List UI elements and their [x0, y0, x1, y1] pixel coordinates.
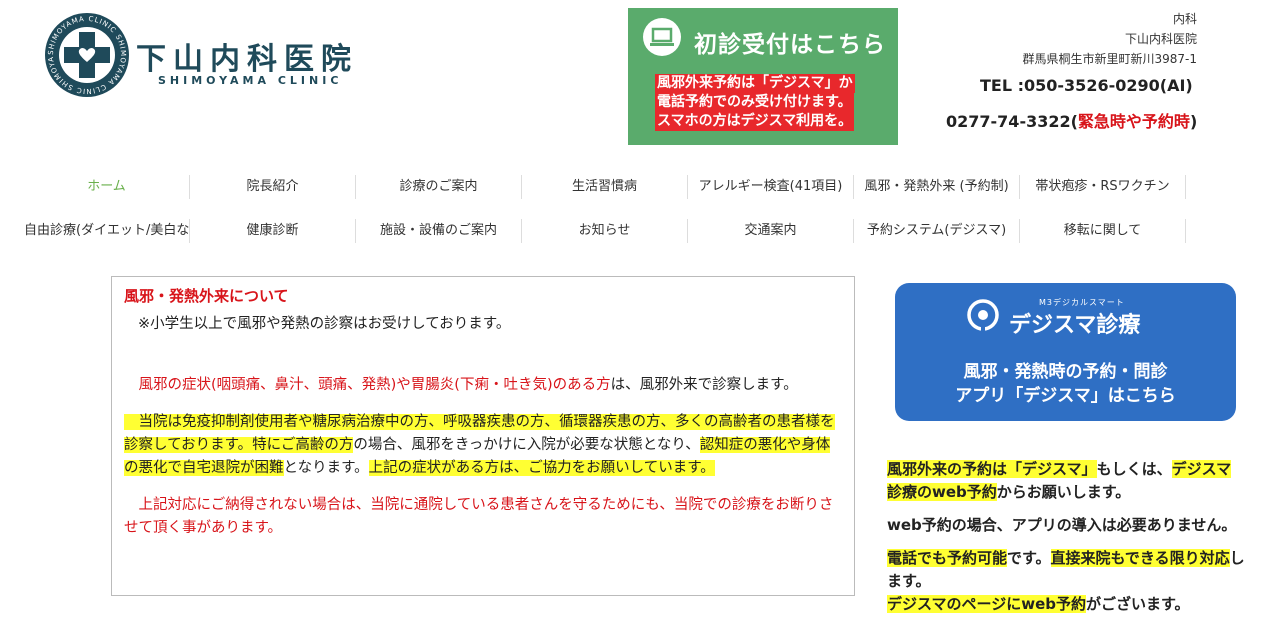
phone-main-note: 緊急時や予約時 [1077, 112, 1190, 131]
nav-shingles-rs-vaccine[interactable]: 帯状疱疹・RSワクチン [1020, 175, 1186, 199]
refusal-text: 上記対応にご納得されない場合は、当院に通院している患者さんを守るためにも、当院で… [124, 497, 834, 536]
nav-relocation[interactable]: 移転に関して [1020, 219, 1186, 243]
nav-reservation-system[interactable]: 予約システム(デジスマ) [854, 219, 1020, 243]
nav-medical-info[interactable]: 診療のご案内 [356, 175, 522, 199]
notice-intro: ※小学生以上で風邪や発熱の診察はお受けしております。 [138, 316, 511, 332]
clinic-logo[interactable]: SHIMOYAMA CLINIC SHIMOYAMA CLINIC SHIMOY… [40, 6, 130, 98]
side-highlight: 直接来院もできる限り対応 [1050, 549, 1230, 567]
banner-brand: デジスマ診療 [1009, 313, 1141, 338]
risk-highlight-3: 上記の症状がある方は、ご協力をお願いしています。 [368, 460, 715, 476]
department: 内科 [1172, 12, 1197, 26]
side-highlight: 風邪外来の予約は「デジスマ」 [887, 460, 1097, 478]
banner-line-2: アプリ「デジスマ」はこちら [955, 386, 1176, 406]
side-highlight: デジスマのページにweb予約 [887, 595, 1087, 613]
laptop-icon [643, 18, 681, 56]
main-nav-row-1: ホーム 院長紹介 診療のご案内 生活習慣病 アレルギー検査(41項目) 風邪・発… [24, 175, 1192, 199]
notice-symptoms: 風邪の症状(咽頭痛、鼻汁、頭痛、発熱)や胃腸炎(下痢・吐き気)のある方は、風邪外… [124, 374, 842, 397]
symptoms-rest-text: は、風邪外来で診察します。 [610, 377, 798, 393]
cold-fever-notice: 風邪・発熱外来について ※小学生以上で風邪や発熱の診察はお受けしております。 風… [111, 276, 855, 596]
address: 群馬県桐生市新里町新川3987-1 [1022, 52, 1197, 66]
clinic-logo-icon: SHIMOYAMA CLINIC SHIMOYAMA CLINIC SHIMOY… [40, 6, 129, 97]
risk-text-2: となります。 [283, 460, 369, 476]
reception-note: 風邪外来予約は「デジスマ」か [655, 74, 855, 93]
phone-main[interactable]: 0277-74-3322(緊急時や予約時) [946, 108, 1197, 132]
notice-refusal: 上記対応にご納得されない場合は、当院に通院している患者さんを守るためにも、当院で… [124, 494, 842, 540]
nav-facilities[interactable]: 施設・設備のご案内 [356, 219, 522, 243]
side-text: がございます。 [1086, 595, 1190, 613]
nav-cold-fever-outpatient[interactable]: 風邪・発熱外来 (予約制) [854, 175, 1020, 199]
nav-home[interactable]: ホーム [24, 175, 190, 199]
side-text: もしくは、 [1096, 460, 1172, 478]
phone-ai[interactable]: TEL :050-3526-0290(AI) [980, 76, 1193, 95]
notice-title: 風邪・発熱外来について [124, 287, 289, 305]
side-highlight: 電話でも予約可能 [887, 549, 1008, 567]
reception-note: 電話予約でのみ受け付けます。 [655, 93, 854, 112]
nav-lifestyle-disease[interactable]: 生活習慣病 [522, 175, 688, 199]
digisma-banner[interactable]: M3デジカルスマート デジスマ診療 風邪・発熱時の予約・問診 アプリ「デジスマ」… [895, 283, 1236, 421]
clinic-name[interactable]: 下山内科医院 [136, 34, 358, 78]
banner-line-1: 風邪・発熱時の予約・問診 [963, 362, 1168, 382]
nav-allergy-test[interactable]: アレルギー検査(41項目) [688, 175, 854, 199]
nav-health-checkup[interactable]: 健康診断 [190, 219, 356, 243]
digisma-logo-icon [967, 299, 999, 331]
contact-clinic-name: 下山内科医院 [1124, 32, 1197, 46]
reservation-info-1: 風邪外来の予約は「デジスマ」もしくは、デジスマ診療のweb予約からお願いします。 [887, 458, 1245, 504]
reception-notes: 風邪外来予約は「デジスマ」か 電話予約でのみ受け付けます。 スマホの方はデジスマ… [655, 74, 855, 131]
clinic-name-english: SHIMOYAMA CLINIC [158, 74, 343, 87]
nav-news[interactable]: お知らせ [522, 219, 688, 243]
first-visit-reception-banner[interactable]: 初診受付はこちら 風邪外来予約は「デジスマ」か 電話予約でのみ受け付けます。 ス… [628, 8, 898, 145]
reception-note: スマホの方はデジスマ利用を。 [655, 112, 855, 131]
side-text: です。 [1007, 549, 1051, 567]
main-nav-row-2: 自由診療(ダイエット/美白など) 健康診断 施設・設備のご案内 お知らせ 交通案… [24, 219, 1192, 243]
side-text: からお願いします。 [996, 483, 1131, 501]
phone-main-number: 0277-74-3322( [946, 112, 1078, 131]
phone-main-close: ) [1189, 112, 1198, 131]
nav-access[interactable]: 交通案内 [688, 219, 854, 243]
reservation-info-3: 電話でも予約可能です。直接来院もできる限り対応します。 デジスマのページにweb予… [887, 547, 1245, 616]
symptoms-red-text: 風邪の症状(咽頭痛、鼻汁、頭痛、発熱)や胃腸炎(下痢・吐き気)のある方 [138, 377, 611, 393]
nav-director[interactable]: 院長紹介 [190, 175, 356, 199]
reservation-info: 風邪外来の予約は「デジスマ」もしくは、デジスマ診療のweb予約からお願いします。… [887, 458, 1245, 616]
risk-text-1: の場合、風邪をきっかけに入院が必要な状態となり、 [353, 437, 700, 453]
reservation-info-2: web予約の場合、アプリの導入は必要ありません。 [887, 516, 1237, 534]
reception-title: 初診受付はこちら [694, 32, 886, 58]
nav-self-pay[interactable]: 自由診療(ダイエット/美白など) [24, 219, 190, 243]
notice-risk: 当院は免疫抑制剤使用者や糖尿病治療中の方、呼吸器疾患の方、循環器疾患の方、多くの… [124, 411, 842, 480]
